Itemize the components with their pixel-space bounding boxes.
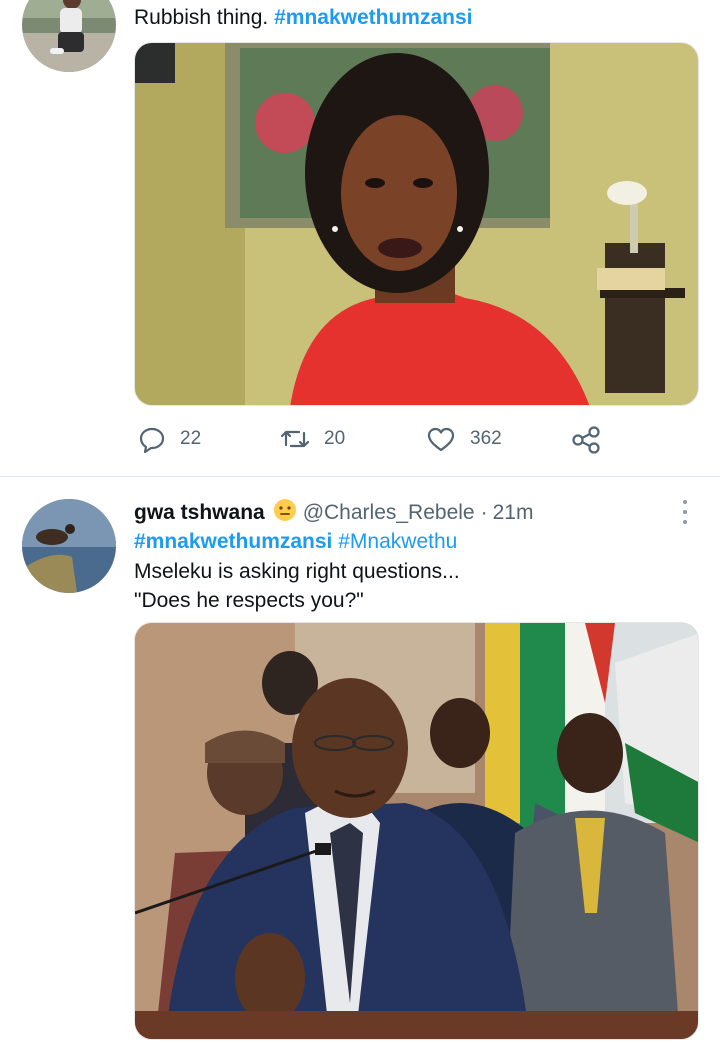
reply-button[interactable]: 22 [138, 425, 201, 453]
tweet-image[interactable] [134, 42, 699, 406]
hashtag-link[interactable]: #mnakwethumzansi [274, 6, 472, 29]
share-button[interactable] [571, 425, 601, 455]
hashtag-link[interactable]: #Mnakwethu [338, 530, 457, 553]
separator: · [480, 501, 488, 524]
emoji-icon [273, 498, 297, 528]
more-icon[interactable] [675, 500, 695, 524]
retweet-icon [280, 425, 310, 453]
tweet-text: Rubbish thing. [134, 6, 269, 29]
tweet-text-line: Mseleku is asking right questions... [134, 560, 460, 583]
timestamp[interactable]: 21m [493, 501, 534, 525]
tweet-image[interactable] [134, 622, 699, 1040]
tweet-text-line: "Does he respects you?" [134, 589, 364, 612]
reply-count: 22 [180, 428, 202, 449]
like-icon [426, 425, 456, 453]
like-button[interactable]: 362 [426, 425, 502, 453]
retweet-button[interactable]: 20 [280, 425, 345, 453]
like-count: 362 [470, 428, 502, 449]
share-icon [571, 425, 601, 455]
reply-icon [138, 425, 166, 453]
tweet-1[interactable]: Rubbish thing. #mnakwethumzansi 22 20 36… [0, 0, 720, 476]
tweet-text: Mseleku is asking right questions... "Do… [134, 557, 460, 615]
avatar[interactable] [22, 499, 116, 593]
avatar[interactable] [22, 0, 116, 72]
retweet-count: 20 [324, 428, 346, 449]
tweet-actions: 22 20 362 [134, 425, 654, 457]
display-name[interactable]: gwa tshwana [134, 501, 265, 525]
tweet-2[interactable]: gwa tshwana @Charles_Rebele · 21m #mnakw… [0, 477, 720, 1050]
hashtag-link[interactable]: #mnakwethumzansi [134, 530, 332, 553]
user-handle[interactable]: @Charles_Rebele [303, 501, 475, 525]
